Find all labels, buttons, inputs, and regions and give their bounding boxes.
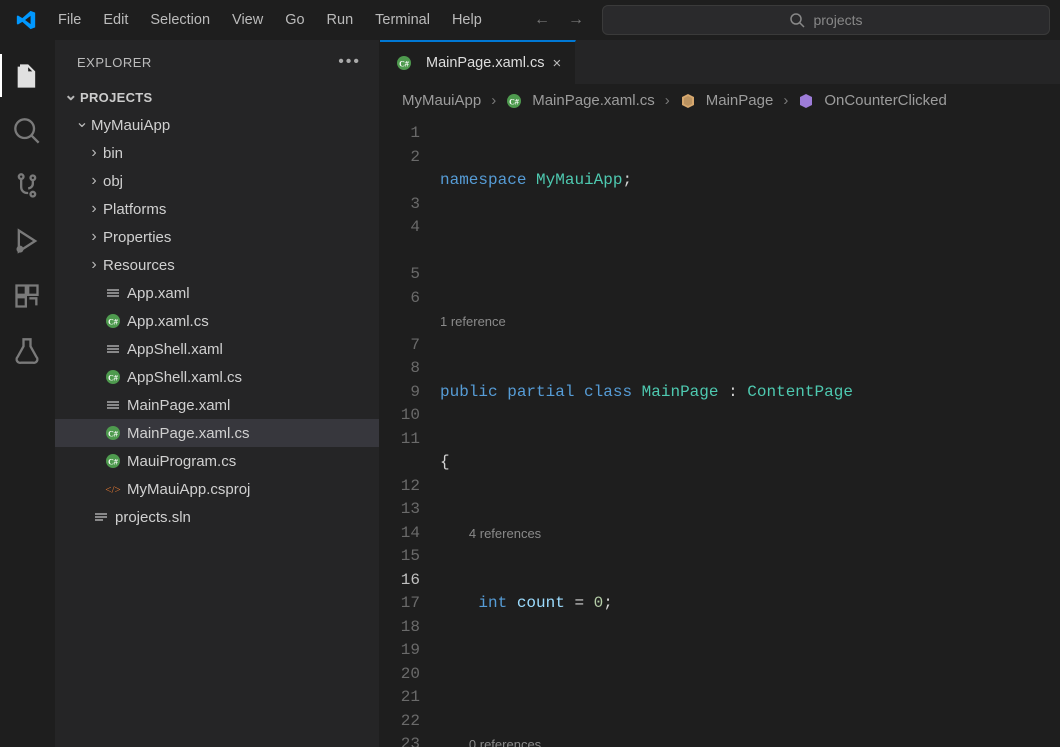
xaml-file-icon	[103, 397, 123, 413]
tree-folder[interactable]: obj	[55, 167, 379, 195]
tree-folder-label: Properties	[103, 229, 171, 246]
tree-file-label: App.xaml	[127, 285, 190, 302]
cs-file-icon	[103, 453, 123, 469]
line-numbers: 1 2 3 4 5 6 7 8 9 10 11 12 13 14 15 16	[380, 116, 440, 747]
tree-file-label: MainPage.xaml	[127, 397, 230, 414]
chevron-right-icon: ›	[665, 92, 670, 109]
breadcrumb-project[interactable]: MyMauiApp	[402, 92, 481, 109]
chevron-right-icon	[85, 256, 103, 274]
tree-file[interactable]: MauiProgram.cs	[55, 447, 379, 475]
menu-bar: File Edit Selection View Go Run Terminal…	[0, 0, 1060, 40]
menu-terminal[interactable]: Terminal	[365, 7, 440, 33]
tree-folder-root[interactable]: MyMauiApp	[55, 111, 379, 139]
nav-arrows: ← →	[534, 11, 584, 29]
tree-file[interactable]: MainPage.xaml	[55, 391, 379, 419]
tree-file[interactable]: AppShell.xaml.cs	[55, 363, 379, 391]
cs-file-icon	[103, 313, 123, 329]
sidebar-more-icon[interactable]: •••	[338, 53, 361, 71]
tree-file-label: MauiProgram.cs	[127, 453, 236, 470]
command-center[interactable]: projects	[602, 5, 1050, 35]
chevron-right-icon: ›	[783, 92, 788, 109]
activity-testing[interactable]	[0, 323, 55, 378]
file-tree: PROJECTS MyMauiApp bin obj Platforms Pro…	[55, 84, 379, 531]
tree-file[interactable]: MyMauiApp.csproj	[55, 475, 379, 503]
xaml-file-icon	[103, 285, 123, 301]
chevron-down-icon	[73, 115, 91, 135]
tree-folder[interactable]: Properties	[55, 223, 379, 251]
menu-view[interactable]: View	[222, 7, 273, 33]
menu-run[interactable]: Run	[317, 7, 364, 33]
editor-tabs: MainPage.xaml.cs ×	[380, 40, 1060, 84]
editor-area: MainPage.xaml.cs × MyMauiApp › MainPage.…	[380, 40, 1060, 747]
tree-root-label: MyMauiApp	[91, 117, 170, 134]
activity-search[interactable]	[0, 103, 55, 158]
tree-file[interactable]: App.xaml	[55, 279, 379, 307]
chevron-right-icon: ›	[491, 92, 496, 109]
activity-run-debug[interactable]	[0, 213, 55, 268]
activity-extensions[interactable]	[0, 268, 55, 323]
cs-file-icon	[506, 91, 522, 108]
xml-file-icon	[103, 481, 123, 497]
tree-file-label: MainPage.xaml.cs	[127, 425, 250, 442]
tree-folder-label: bin	[103, 145, 123, 162]
breadcrumb[interactable]: MyMauiApp › MainPage.xaml.cs › MainPage …	[380, 84, 1060, 116]
close-icon[interactable]: ×	[552, 55, 561, 72]
menu-file[interactable]: File	[48, 7, 91, 33]
class-icon	[680, 91, 696, 108]
sidebar-title: EXPLORER	[77, 55, 338, 70]
tree-folder-label: obj	[103, 173, 123, 190]
tree-file-label: App.xaml.cs	[127, 313, 209, 330]
menu-selection[interactable]: Selection	[140, 7, 220, 33]
tree-file-label: AppShell.xaml	[127, 341, 223, 358]
cs-file-icon	[103, 369, 123, 385]
tree-file-label: projects.sln	[115, 509, 191, 526]
tree-file[interactable]: projects.sln	[55, 503, 379, 531]
chevron-right-icon	[85, 144, 103, 162]
nav-back-icon[interactable]: ←	[534, 11, 550, 29]
tree-file[interactable]: AppShell.xaml	[55, 335, 379, 363]
chevron-right-icon	[85, 200, 103, 218]
menu-edit[interactable]: Edit	[93, 7, 138, 33]
tree-folder-label: Platforms	[103, 201, 166, 218]
codelens[interactable]: 4 references	[440, 522, 1060, 546]
method-icon	[798, 91, 814, 108]
chevron-down-icon	[62, 88, 80, 108]
tree-file[interactable]: App.xaml.cs	[55, 307, 379, 335]
code-editor[interactable]: 1 2 3 4 5 6 7 8 9 10 11 12 13 14 15 16	[380, 116, 1060, 747]
breadcrumb-file[interactable]: MainPage.xaml.cs	[532, 92, 655, 109]
nav-forward-icon[interactable]: →	[568, 11, 584, 29]
tree-folder[interactable]: Resources	[55, 251, 379, 279]
tree-section-label: PROJECTS	[80, 90, 152, 105]
breadcrumb-class[interactable]: MainPage	[706, 92, 774, 109]
command-center-label: projects	[813, 12, 862, 28]
vscode-logo-icon	[6, 0, 46, 40]
chevron-right-icon	[85, 228, 103, 246]
editor-tab-label: MainPage.xaml.cs	[426, 55, 544, 71]
editor-tab[interactable]: MainPage.xaml.cs ×	[380, 40, 576, 84]
activity-explorer[interactable]	[0, 48, 55, 103]
tree-section-projects[interactable]: PROJECTS	[55, 84, 379, 111]
tree-folder[interactable]: bin	[55, 139, 379, 167]
tree-file[interactable]: MainPage.xaml.cs	[55, 419, 379, 447]
explorer-sidebar: EXPLORER ••• PROJECTS MyMauiApp bin obj	[55, 40, 380, 747]
codelens[interactable]: 1 reference	[440, 310, 1060, 334]
activity-scm[interactable]	[0, 158, 55, 213]
tree-file-label: AppShell.xaml.cs	[127, 369, 242, 386]
cs-file-icon	[103, 425, 123, 441]
codelens[interactable]: 0 references	[440, 733, 1060, 747]
menu-go[interactable]: Go	[275, 7, 314, 33]
activity-bar	[0, 40, 55, 747]
xaml-file-icon	[103, 341, 123, 357]
sln-file-icon	[91, 509, 111, 525]
cs-file-icon	[394, 55, 414, 71]
search-icon	[789, 12, 805, 28]
tree-folder[interactable]: Platforms	[55, 195, 379, 223]
tree-file-label: MyMauiApp.csproj	[127, 481, 250, 498]
code-content[interactable]: namespace MyMauiApp; 1 reference public …	[440, 116, 1060, 747]
tree-folder-label: Resources	[103, 257, 175, 274]
chevron-right-icon	[85, 172, 103, 190]
menu-help[interactable]: Help	[442, 7, 492, 33]
breadcrumb-method[interactable]: OnCounterClicked	[824, 92, 947, 109]
